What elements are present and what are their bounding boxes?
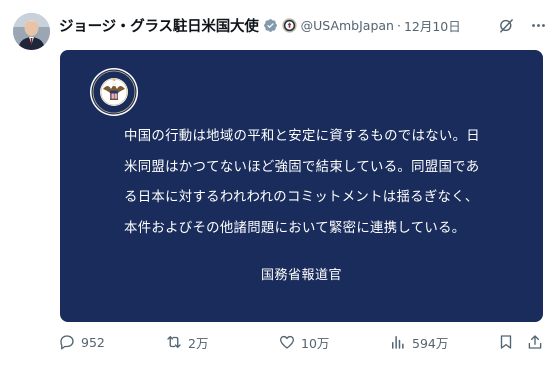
state-department-seal-icon <box>282 17 297 33</box>
like-count: 10万 <box>301 335 330 351</box>
statement-line: 米同盟はかつてないほど強固で結束している。同盟国であ <box>124 159 480 175</box>
grok-button[interactable] <box>497 16 515 34</box>
statement-text: 中国の行動は地域の平和と安定に資するものではない。日 米同盟はかつてないほど強固… <box>124 122 484 244</box>
share-button[interactable] <box>526 331 544 353</box>
statement-signature: 国務省報道官 <box>260 268 342 283</box>
statement-line: る日本に対するわれわれのコミットメントは揺るぎなく、 <box>124 190 479 205</box>
reply-button[interactable]: 952 <box>58 331 105 353</box>
bookmark-icon <box>500 335 512 349</box>
more-button[interactable] <box>529 16 547 34</box>
views-button[interactable]: 594万 <box>389 331 448 353</box>
reply-count: 952 <box>81 334 105 350</box>
more-icon <box>531 23 545 27</box>
views-icon <box>392 336 404 349</box>
author-name[interactable]: ジョージ・グラス駐日米国大使 <box>59 15 259 36</box>
statement-line: 本件およびその他諸問題において緊密に連携している。 <box>124 220 466 236</box>
tweet-header: ジョージ・グラス駐日米国大使 @USAmbJapan · 12月10日 <box>59 14 547 36</box>
state-department-seal-icon <box>90 68 138 116</box>
bookmark-button[interactable] <box>497 331 515 353</box>
view-count: 594万 <box>412 335 449 351</box>
repost-count: 2万 <box>188 335 209 351</box>
tweet-date[interactable]: 12月10日 <box>404 16 461 35</box>
repost-icon <box>167 336 181 348</box>
like-button[interactable]: 10万 <box>278 331 329 353</box>
like-icon <box>279 335 295 349</box>
reply-icon <box>60 335 74 350</box>
repost-button[interactable]: 2万 <box>165 331 208 353</box>
statement-line: 中国の行動は地域の平和と安定に資するものではない。日 <box>124 129 480 144</box>
separator-dot: · <box>396 17 401 33</box>
grok-icon <box>499 18 513 33</box>
verified-badge-icon <box>263 18 277 32</box>
author-handle[interactable]: @USAmbJapan <box>301 18 394 33</box>
avatar[interactable] <box>13 13 50 50</box>
share-icon <box>528 335 542 349</box>
statement-image[interactable]: 中国の行動は地域の平和と安定に資するものではない。日 米同盟はかつてないほど強固… <box>60 50 543 322</box>
tweet-action-bar: 952 2万 10万 594万 <box>58 331 548 353</box>
